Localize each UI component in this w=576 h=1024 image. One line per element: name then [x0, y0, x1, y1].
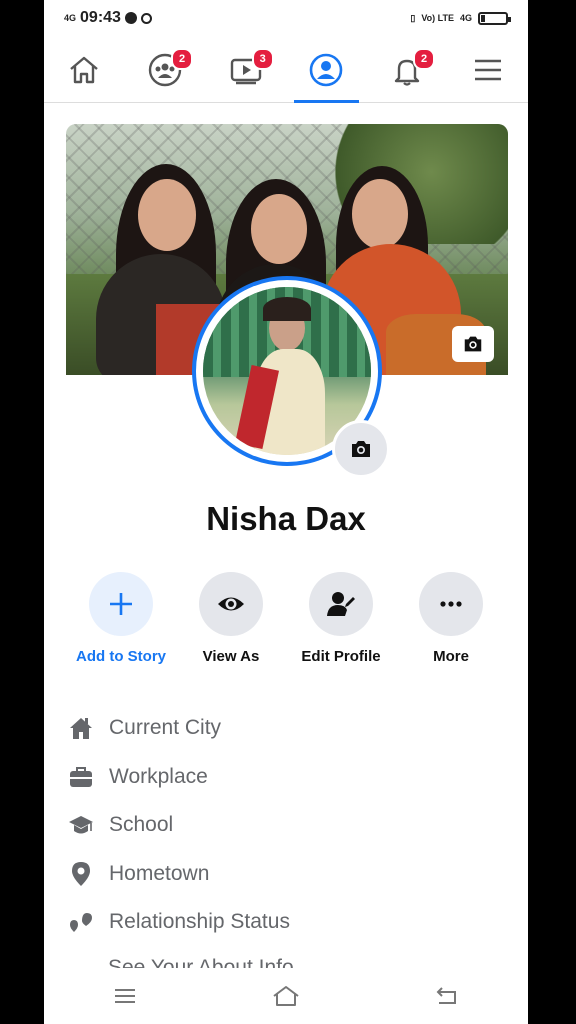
tab-watch[interactable]: 3 [205, 38, 286, 102]
tab-menu[interactable] [447, 38, 528, 102]
home-icon [70, 718, 92, 740]
info-label: School [109, 813, 174, 837]
status-bar: 4G 09:43 ▯ Vo) LTE 4G [44, 0, 528, 36]
more-button[interactable]: More [396, 572, 506, 665]
hearts-icon [70, 913, 92, 933]
camera-icon [464, 336, 482, 352]
tab-notifications[interactable]: 2 [367, 38, 448, 102]
info-label: Hometown [109, 861, 210, 885]
info-label: Current City [109, 716, 222, 740]
cover-camera-button[interactable] [452, 326, 494, 362]
view-as-circle [199, 572, 263, 636]
profile-icon [310, 53, 343, 87]
plus-icon [110, 593, 132, 615]
cover-person-face [138, 179, 196, 251]
more-dots-icon [440, 601, 462, 607]
location-pin-icon [72, 861, 90, 886]
info-workplace[interactable]: Workplace [66, 753, 506, 802]
profile-picture-camera-button[interactable] [332, 420, 390, 478]
info-relationship-status[interactable]: Relationship Status [66, 898, 506, 947]
edit-profile-label: Edit Profile [301, 648, 381, 665]
battery-icon [478, 11, 511, 25]
signal-indicator: 4G [64, 12, 77, 23]
more-label: More [433, 648, 469, 665]
system-navigation-bar [44, 968, 528, 1024]
tab-home[interactable] [44, 38, 125, 102]
add-to-story-circle [89, 572, 153, 636]
phone-screen: 4G 09:43 ▯ Vo) LTE 4G 2 3 2 Nisha Dax Ad… [44, 0, 528, 1024]
briefcase-icon-wrap [66, 762, 96, 792]
network-4g-indicator: 4G [459, 13, 472, 23]
edit-profile-icon [327, 592, 355, 616]
whatsapp-icon [140, 12, 152, 24]
cover-person-face [352, 179, 408, 249]
see-about-info-partial[interactable]: See Your About Info [108, 956, 294, 968]
more-circle [419, 572, 483, 636]
info-current-city[interactable]: Current City [66, 704, 506, 753]
tab-profile[interactable] [286, 38, 367, 103]
briefcase-icon [70, 766, 92, 787]
profile-actions: Add to Story View As Edit Profile More [66, 572, 506, 665]
info-school[interactable]: School [66, 801, 506, 850]
add-to-story-label: Add to Story [76, 648, 166, 665]
eye-icon [218, 597, 244, 611]
profile-name: Nisha Dax [206, 500, 366, 537]
vibrate-icon: ▯ [410, 12, 416, 23]
groups-badge: 2 [171, 48, 193, 70]
tab-groups[interactable]: 2 [125, 38, 206, 102]
location-pin-icon-wrap [66, 859, 96, 889]
graduation-cap-icon-wrap [66, 810, 96, 840]
info-label: Relationship Status [109, 910, 290, 934]
system-home-icon[interactable] [272, 984, 300, 1008]
view-as-label: View As [202, 648, 260, 665]
profile-info-list: Current City Workplace School Hometown R… [66, 704, 506, 947]
graduation-cap-icon [69, 816, 93, 834]
clock: 09:43 [80, 9, 121, 26]
watch-badge: 3 [251, 48, 274, 70]
home-icon-wrap [66, 713, 96, 743]
profile-person-hair [263, 297, 311, 321]
info-hometown[interactable]: Hometown [66, 850, 506, 899]
info-label: Workplace [109, 764, 208, 788]
top-navigation: 2 3 2 [44, 38, 528, 103]
cover-person-face [251, 194, 307, 264]
volte-indicator: Vo) LTE [421, 13, 454, 23]
camera-icon [352, 441, 370, 457]
notifications-badge: 2 [413, 48, 436, 70]
hamburger-menu-icon [474, 59, 501, 81]
hearts-icon-wrap [66, 907, 96, 937]
home-icon [70, 56, 99, 84]
edit-profile-circle [309, 572, 373, 636]
add-to-story-button[interactable]: Add to Story [66, 572, 176, 665]
back-icon[interactable] [433, 984, 461, 1008]
recent-apps-icon[interactable] [111, 984, 139, 1008]
data-saver-icon [124, 12, 137, 24]
view-as-button[interactable]: View As [176, 572, 286, 665]
edit-profile-button[interactable]: Edit Profile [286, 572, 396, 665]
